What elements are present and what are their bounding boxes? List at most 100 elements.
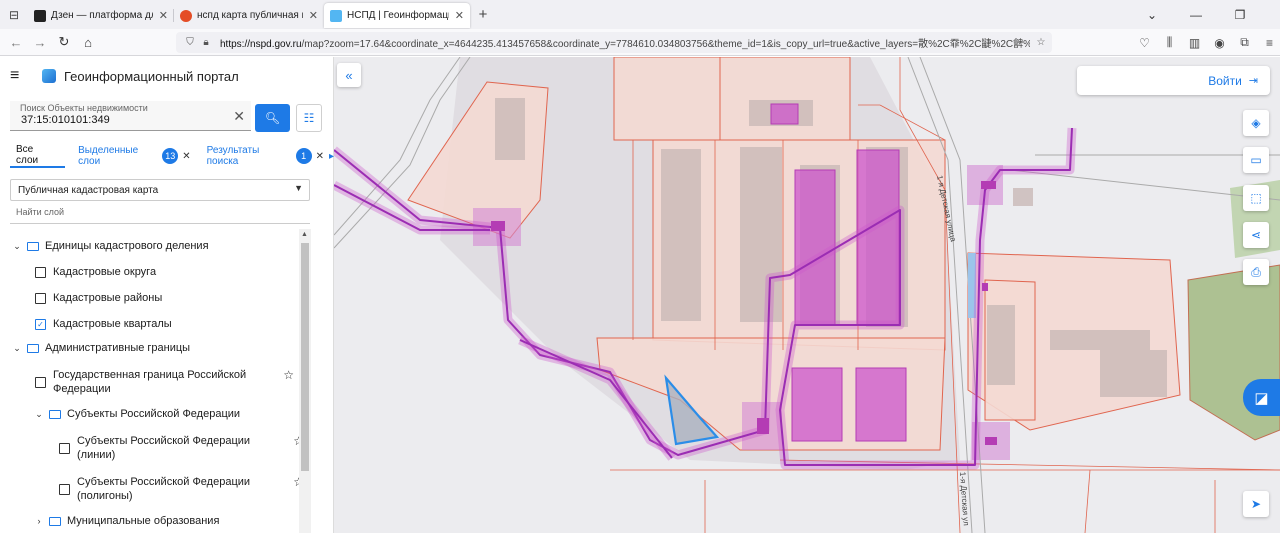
bookmark-star-icon[interactable]: ☆ <box>1030 37 1052 48</box>
close-tab-icon[interactable]: ✕ <box>309 9 318 22</box>
search-value[interactable]: 37:15:010101:349 <box>21 114 110 126</box>
favorite-star-icon[interactable]: ☆ <box>283 368 294 382</box>
tree-folder-admin-borders[interactable]: ⌄ Административные границы <box>12 342 304 354</box>
tree-label: Субъекты Российской Федерации <box>67 408 241 420</box>
search-button[interactable]: 🔍︎ <box>255 104 290 132</box>
tab-overflow-chevron-icon[interactable]: ⌄ <box>1130 8 1174 22</box>
find-layer-input[interactable]: Найти слой <box>10 207 310 224</box>
area-select-icon: ⬚ <box>1250 191 1262 205</box>
print-icon: ⎙ <box>1251 264 1261 279</box>
checkbox[interactable] <box>35 376 46 388</box>
tree-layer-subjects-polygons[interactable]: Субъекты Российской Федерации (полигоны)… <box>59 475 304 503</box>
share-icon: ⋖ <box>1250 228 1262 242</box>
menu-icon[interactable]: ≡ <box>1257 36 1280 50</box>
tree-folder-cadastral-units[interactable]: ⌄ Единицы кадастрового деления <box>12 240 304 252</box>
browser-tab-dzen[interactable]: Дзен — платформа для просм ✕ <box>28 3 174 28</box>
tree-layer-state-border[interactable]: Государственная граница Российской Федер… <box>35 368 294 396</box>
tree-layer-cadastral-quarters[interactable]: ✓ Кадастровые кварталы ☆ <box>35 317 304 331</box>
basemap-value: Публичная кадастровая карта <box>18 184 159 196</box>
tree-label: Административные границы <box>45 342 191 354</box>
login-icon: ⇥ <box>1248 75 1258 87</box>
address-bar[interactable]: ⛉ 🔒︎ https://nspd.gov.ru/map?zoom=17.64&… <box>176 32 1052 53</box>
browser-tab-nspd[interactable]: НСПД | Геоинформационный ✕ <box>324 3 470 28</box>
checkbox[interactable] <box>35 292 46 304</box>
browser-nav-bar: ← → ↻ ⌂ ⛉ 🔒︎ https://nspd.gov.ru/map?zoo… <box>0 29 1280 56</box>
ruler-button[interactable]: ▭ <box>1243 147 1269 173</box>
restore-icon[interactable]: ❐ <box>1218 8 1262 22</box>
tab-title: НСПД | Геоинформационный <box>347 10 449 21</box>
map-svg: 1-я Детская улица 1-я Детская ул <box>334 57 1280 533</box>
chevron-down-icon[interactable]: ⌄ <box>12 241 22 252</box>
folder-icon <box>27 241 39 251</box>
tree-layer-subjects-lines[interactable]: Субъекты Российской Федерации (линии) ☆ <box>59 434 304 462</box>
filter-button[interactable]: ☷ <box>296 104 322 132</box>
pocket-icon[interactable]: ♡ <box>1132 36 1157 50</box>
forward-icon[interactable]: → <box>28 35 52 50</box>
tab-all-layers[interactable]: Все слои <box>10 144 66 168</box>
home-icon[interactable]: ⌂ <box>76 35 100 50</box>
url-text[interactable]: https://nspd.gov.ru/map?zoom=17.64&coord… <box>220 35 1030 50</box>
lock-icon[interactable]: 🔒︎ <box>198 37 214 48</box>
layer-tree-scrollbar[interactable]: ▲ <box>299 229 311 533</box>
tab-selected-layers[interactable]: Выделенные слои 13 ✕ <box>78 144 191 168</box>
close-tab-icon[interactable]: ✕ <box>455 9 464 22</box>
tree-layer-cadastral-regions[interactable]: Кадастровые районы ☆ <box>35 291 304 305</box>
app-title: Геоинформационный портал <box>64 68 239 84</box>
close-window-icon[interactable]: ✕ <box>1262 8 1280 22</box>
share-button[interactable]: ⋖ <box>1243 222 1269 248</box>
area-select-button[interactable]: ⬚ <box>1243 185 1269 211</box>
selected-count-badge: 13 <box>162 148 179 164</box>
tab-list-icon[interactable]: ⊟ <box>0 0 28 29</box>
scrollbar-thumb[interactable] <box>301 243 309 471</box>
search-input[interactable]: Поиск Объекты недвижимости 37:15:010101:… <box>10 101 251 131</box>
extensions-icon[interactable]: ⧉ <box>1232 35 1257 50</box>
map-canvas[interactable]: 1-я Детская улица 1-я Детская ул <box>334 57 1280 533</box>
tab-label: Результаты поиска <box>206 145 260 167</box>
hamburger-menu-icon[interactable]: ≡ <box>10 67 30 85</box>
checkbox[interactable] <box>59 483 70 495</box>
results-count-badge: 1 <box>295 148 312 164</box>
checkbox-checked[interactable]: ✓ <box>35 318 46 330</box>
nspd-favicon-icon <box>330 9 342 22</box>
gosuslugi-help-button[interactable]: ◪ <box>1243 379 1280 416</box>
browser-tab-yandex[interactable]: нспд карта публичная кадастр ✕ <box>174 3 324 28</box>
checkbox[interactable] <box>59 442 70 454</box>
tree-label: Субъекты Российской Федерации (полигоны) <box>77 476 251 502</box>
new-tab-icon[interactable]: + <box>470 6 496 23</box>
layers-icon: ◈ <box>1251 116 1261 130</box>
minimize-icon[interactable]: — <box>1174 8 1218 22</box>
locate-button[interactable]: ➤ <box>1243 491 1269 517</box>
scroll-up-icon[interactable]: ▲ <box>301 231 308 238</box>
basemap-select[interactable]: Публичная кадастровая карта ▼ <box>10 179 310 201</box>
portal-logo-icon <box>42 69 56 83</box>
reload-icon[interactable]: ↻ <box>52 34 76 50</box>
account-icon[interactable]: ◉ <box>1207 36 1232 50</box>
close-tab-icon[interactable]: ✕ <box>159 9 168 22</box>
library-icon[interactable]: ⫼ <box>1157 35 1182 50</box>
dzen-favicon-icon <box>34 9 46 22</box>
tree-layer-cadastral-districts[interactable]: Кадастровые округа ☆ <box>35 265 304 279</box>
chevron-down-icon[interactable]: ⌄ <box>12 343 22 354</box>
tab-label: Выделенные слои <box>78 145 139 167</box>
collapse-panel-button[interactable]: « <box>337 63 361 87</box>
sidebar-icon[interactable]: ▥ <box>1182 36 1207 50</box>
layers-button[interactable]: ◈ <box>1243 110 1269 136</box>
chevron-right-icon[interactable]: › <box>34 516 44 526</box>
print-button[interactable]: ⎙ <box>1243 259 1269 285</box>
close-tab-icon[interactable]: ✕ <box>316 151 324 162</box>
tree-label: Кадастровые округа <box>53 266 157 278</box>
browser-tab-bar: ⊟ Дзен — платформа для просм ✕ нспд карт… <box>0 0 1280 29</box>
chevron-down-icon[interactable]: ⌄ <box>34 409 44 420</box>
tree-folder-municipal[interactable]: › Муниципальные образования <box>34 515 304 527</box>
filter-sliders-icon: ☷ <box>303 111 315 125</box>
checkbox[interactable] <box>35 266 46 278</box>
login-button[interactable]: Войти ⇥ <box>1077 66 1270 95</box>
back-icon[interactable]: ← <box>4 35 28 50</box>
tab-search-results[interactable]: Результаты поиска 1 ✕ ▸ <box>207 144 334 168</box>
tree-folder-subjects[interactable]: ⌄ Субъекты Российской Федерации <box>34 408 304 420</box>
folder-icon <box>49 409 61 419</box>
clear-search-icon[interactable]: ✕ <box>233 108 245 125</box>
close-tab-icon[interactable]: ✕ <box>182 151 190 162</box>
tracking-shield-icon[interactable]: ⛉ <box>182 37 198 48</box>
folder-icon <box>49 516 61 526</box>
